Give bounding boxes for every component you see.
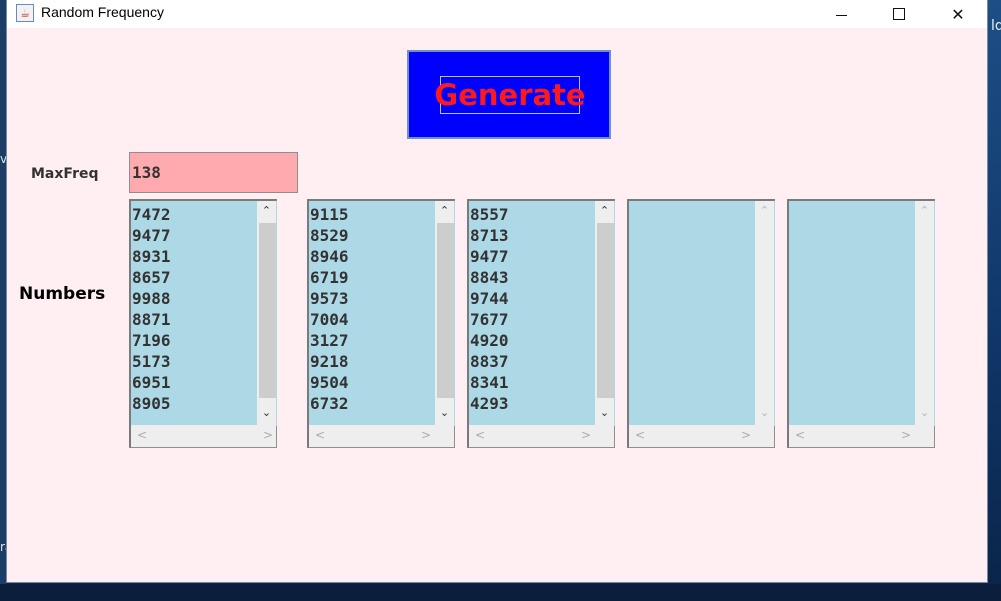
window-title: Random Frequency xyxy=(41,4,164,20)
horizontal-scrollbar[interactable]: < > xyxy=(629,425,774,447)
scroll-up-icon[interactable]: ⌃ xyxy=(755,204,774,217)
maximize-button[interactable] xyxy=(876,0,922,28)
numbers-list-2[interactable]: 9115 8529 8946 6719 9573 7004 3127 9218 … xyxy=(309,201,455,426)
list-item[interactable]: 7004 xyxy=(310,309,455,330)
scroll-down-icon[interactable]: ⌄ xyxy=(755,406,774,419)
horizontal-scrollbar[interactable]: < > xyxy=(309,425,454,447)
list-item[interactable]: 3127 xyxy=(310,330,455,351)
taskbar xyxy=(0,584,1001,601)
numbers-list-4[interactable] xyxy=(629,201,775,426)
scroll-right-icon[interactable]: > xyxy=(581,428,591,442)
list-item[interactable]: 9573 xyxy=(310,288,455,309)
scroll-up-icon[interactable]: ⌃ xyxy=(435,204,454,217)
java-cup-icon[interactable]: ☕ xyxy=(16,4,34,22)
maximize-icon xyxy=(893,8,905,20)
scroll-thumb[interactable] xyxy=(259,223,276,398)
numbers-pane-1[interactable]: 7472 9477 8931 8657 9988 8871 7196 5173 … xyxy=(129,199,277,448)
list-item[interactable]: 7196 xyxy=(132,330,277,351)
generate-button-label: Generate xyxy=(434,78,586,112)
minimize-button[interactable] xyxy=(818,0,864,28)
numbers-pane-3[interactable]: 8557 8713 9477 8843 9744 7677 4920 8837 … xyxy=(467,199,615,448)
desktop-right-text: ld xyxy=(991,18,1001,34)
scroll-right-icon[interactable]: > xyxy=(901,428,911,442)
scroll-left-icon[interactable]: < xyxy=(635,428,645,442)
horizontal-scrollbar[interactable]: < > xyxy=(789,425,934,447)
list-item[interactable]: 8946 xyxy=(310,246,455,267)
list-item[interactable]: 8905 xyxy=(132,393,277,414)
list-item[interactable]: 7472 xyxy=(132,204,277,225)
scroll-down-icon[interactable]: ⌄ xyxy=(435,406,454,419)
maxfreq-label: MaxFreq xyxy=(31,166,99,182)
list-item[interactable]: 9477 xyxy=(132,225,277,246)
vertical-scrollbar[interactable]: ⌃ ⌄ xyxy=(755,201,774,426)
scroll-right-icon[interactable]: > xyxy=(421,428,431,442)
scroll-left-icon[interactable]: < xyxy=(795,428,805,442)
numbers-list-1[interactable]: 7472 9477 8931 8657 9988 8871 7196 5173 … xyxy=(131,201,277,426)
list-item[interactable]: 6719 xyxy=(310,267,455,288)
scroll-thumb[interactable] xyxy=(597,223,614,398)
list-item[interactable]: 8871 xyxy=(132,309,277,330)
list-item[interactable]: 7677 xyxy=(470,309,615,330)
list-item[interactable]: 4293 xyxy=(470,393,615,414)
numbers-pane-4[interactable]: ⌃ ⌄ < > xyxy=(627,199,775,448)
app-window: ☕ Random Frequency ✕ Generate MaxFreq 13… xyxy=(6,0,988,583)
maxfreq-field[interactable]: 138 xyxy=(129,152,298,193)
scroll-down-icon[interactable]: ⌄ xyxy=(915,406,934,419)
generate-button[interactable]: Generate xyxy=(407,50,611,139)
scroll-left-icon[interactable]: < xyxy=(315,428,325,442)
list-item[interactable]: 8713 xyxy=(470,225,615,246)
list-item[interactable]: 6951 xyxy=(132,372,277,393)
horizontal-scrollbar[interactable]: < > xyxy=(131,425,276,447)
title-bar[interactable]: ☕ Random Frequency ✕ xyxy=(7,0,987,28)
list-item[interactable]: 4920 xyxy=(470,330,615,351)
close-button[interactable]: ✕ xyxy=(935,0,981,28)
vertical-scrollbar[interactable]: ⌃ ⌄ xyxy=(257,201,276,426)
scroll-down-icon[interactable]: ⌄ xyxy=(595,406,614,419)
generate-focus-ring: Generate xyxy=(434,76,586,114)
scroll-thumb[interactable] xyxy=(437,223,454,398)
list-item[interactable]: 9477 xyxy=(470,246,615,267)
vertical-scrollbar[interactable]: ⌃ ⌄ xyxy=(915,201,934,426)
scroll-left-icon[interactable]: < xyxy=(475,428,485,442)
list-item[interactable]: 6732 xyxy=(310,393,455,414)
numbers-pane-2[interactable]: 9115 8529 8946 6719 9573 7004 3127 9218 … xyxy=(307,199,455,448)
list-item[interactable]: 8837 xyxy=(470,351,615,372)
list-item[interactable]: 8931 xyxy=(132,246,277,267)
scroll-right-icon[interactable]: > xyxy=(741,428,751,442)
list-item[interactable]: 9115 xyxy=(310,204,455,225)
scroll-left-icon[interactable]: < xyxy=(137,428,147,442)
list-item[interactable]: 8657 xyxy=(132,267,277,288)
numbers-list-5[interactable] xyxy=(789,201,935,426)
list-item[interactable]: 9988 xyxy=(132,288,277,309)
minimize-icon xyxy=(835,14,847,16)
horizontal-scrollbar[interactable]: < > xyxy=(469,425,614,447)
scroll-down-icon[interactable]: ⌄ xyxy=(257,406,276,419)
numbers-label: Numbers xyxy=(19,284,106,304)
numbers-pane-5[interactable]: ⌃ ⌄ < > xyxy=(787,199,935,448)
scroll-up-icon[interactable]: ⌃ xyxy=(915,204,934,217)
close-icon: ✕ xyxy=(951,4,965,24)
vertical-scrollbar[interactable]: ⌃ ⌄ xyxy=(435,201,454,426)
list-item[interactable]: 9744 xyxy=(470,288,615,309)
scroll-up-icon[interactable]: ⌃ xyxy=(595,204,614,217)
vertical-scrollbar[interactable]: ⌃ ⌄ xyxy=(595,201,614,426)
list-item[interactable]: 8341 xyxy=(470,372,615,393)
list-item[interactable]: 8557 xyxy=(470,204,615,225)
list-item[interactable]: 8529 xyxy=(310,225,455,246)
list-item[interactable]: 5173 xyxy=(132,351,277,372)
numbers-list-3[interactable]: 8557 8713 9477 8843 9744 7677 4920 8837 … xyxy=(469,201,615,426)
list-item[interactable]: 9504 xyxy=(310,372,455,393)
list-item[interactable]: 8843 xyxy=(470,267,615,288)
scroll-right-icon[interactable]: > xyxy=(263,428,273,442)
list-item[interactable]: 9218 xyxy=(310,351,455,372)
scroll-up-icon[interactable]: ⌃ xyxy=(257,204,276,217)
